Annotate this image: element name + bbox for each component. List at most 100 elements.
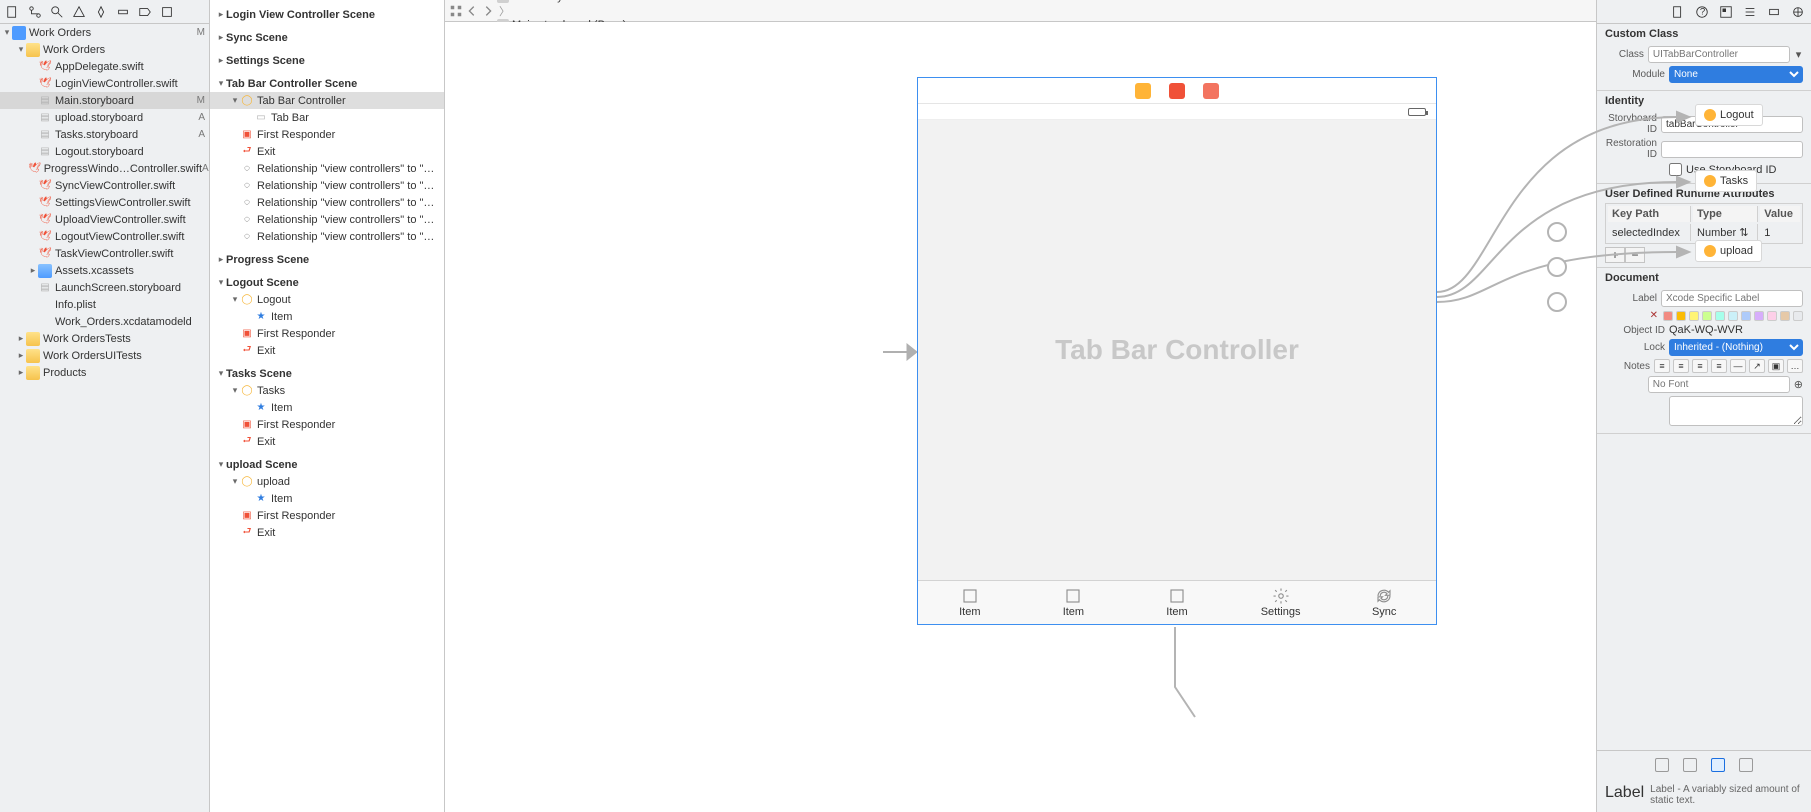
outline-item[interactable]: ▣First Responder <box>210 507 444 524</box>
notes-textarea[interactable] <box>1669 396 1803 426</box>
nav-item[interactable]: Work_Orders.xcdatamodeld <box>0 313 209 330</box>
color-swatch[interactable] <box>1741 311 1751 321</box>
outline-item[interactable]: ▭Tab Bar <box>210 109 444 126</box>
nav-root[interactable]: ▾Work OrdersM <box>0 24 209 41</box>
nav-item[interactable]: ▸Work OrdersTests <box>0 330 209 347</box>
outline-item[interactable]: ▾Tab Bar Controller Scene <box>210 75 444 92</box>
tab-bar-item[interactable]: Item <box>918 581 1022 624</box>
identity-inspector-icon[interactable] <box>1719 5 1733 19</box>
outline-item[interactable]: ▸Progress Scene <box>210 251 444 268</box>
tab-bar-item[interactable]: Sync <box>1332 581 1436 624</box>
color-swatch[interactable] <box>1728 311 1738 321</box>
class-dropdown-icon[interactable]: ▾ <box>1794 48 1803 62</box>
nav-item[interactable]: 🕊SyncViewController.swift <box>0 177 209 194</box>
nav-item[interactable]: ▤Tasks.storyboardA <box>0 126 209 143</box>
tab-bar-item[interactable]: Item <box>1125 581 1229 624</box>
warning-icon[interactable] <box>72 5 86 19</box>
forward-icon[interactable] <box>481 4 495 18</box>
media-lib-icon[interactable] <box>1739 758 1753 772</box>
class-field[interactable] <box>1648 46 1790 63</box>
exit-icon[interactable] <box>1203 83 1219 99</box>
tab-bar[interactable]: ItemItemItemSettingsSync <box>918 580 1436 624</box>
breakpoint-icon[interactable] <box>138 5 152 19</box>
search-icon[interactable] <box>50 5 64 19</box>
color-swatch[interactable] <box>1715 311 1725 321</box>
nav-item[interactable]: 🕊LoginViewController.swift <box>0 75 209 92</box>
view-controller-icon[interactable] <box>1135 83 1151 99</box>
outline-item[interactable]: ⮐Exit <box>210 143 444 160</box>
nav-item[interactable]: ▸Assets.xcassets <box>0 262 209 279</box>
outline-item[interactable]: ▾Tasks Scene <box>210 365 444 382</box>
storyboard-canvas[interactable]: Tab Bar Controller ItemItemItemSettingsS… <box>445 22 1596 812</box>
tab-bar-controller-scene[interactable]: Tab Bar Controller ItemItemItemSettingsS… <box>917 77 1437 625</box>
outline-item[interactable]: ▾◯Tab Bar Controller <box>210 92 444 109</box>
connections-inspector-icon[interactable] <box>1791 5 1805 19</box>
segue-target-upload[interactable]: upload <box>1695 240 1762 262</box>
font-picker-icon[interactable]: ⊕ <box>1794 378 1803 392</box>
file-navigator-icon[interactable] <box>6 5 20 19</box>
nav-item[interactable]: Info.plist <box>0 296 209 313</box>
nav-item[interactable]: 🕊LogoutViewController.swift <box>0 228 209 245</box>
more-icon[interactable]: … <box>1787 359 1803 373</box>
debug-icon[interactable] <box>116 5 130 19</box>
source-control-icon[interactable] <box>28 5 42 19</box>
back-icon[interactable] <box>465 4 479 18</box>
outline-item[interactable]: ★Item <box>210 490 444 507</box>
nav-item[interactable]: 🕊SettingsViewController.swift <box>0 194 209 211</box>
image-icon[interactable]: ▣ <box>1768 359 1784 373</box>
outline-item[interactable]: ▣First Responder <box>210 126 444 143</box>
outline-item[interactable]: ▾upload Scene <box>210 456 444 473</box>
outline-item[interactable]: ▾◯Tasks <box>210 382 444 399</box>
outline-item[interactable]: ◌Relationship "view controllers" to "… <box>210 194 444 211</box>
color-swatch[interactable] <box>1780 311 1790 321</box>
tab-bar-item[interactable]: Item <box>1022 581 1126 624</box>
align-justify-icon[interactable]: ≡ <box>1711 359 1727 373</box>
color-swatch[interactable] <box>1754 311 1764 321</box>
size-inspector-icon[interactable] <box>1767 5 1781 19</box>
outline-item[interactable]: ◌Relationship "view controllers" to "… <box>210 228 444 245</box>
jumpbar-segment[interactable]: Main.storyboard <box>497 0 635 3</box>
outline-item[interactable]: ▾◯upload <box>210 473 444 490</box>
nav-item[interactable]: ▤Main.storyboardM <box>0 92 209 109</box>
report-icon[interactable] <box>160 5 174 19</box>
outline-item[interactable]: ▾◯Logout <box>210 291 444 308</box>
outline-item[interactable]: ▸Sync Scene <box>210 29 444 46</box>
color-swatch[interactable] <box>1767 311 1777 321</box>
outline-item[interactable]: ⮐Exit <box>210 524 444 541</box>
outline-item[interactable]: ◌Relationship "view controllers" to "… <box>210 211 444 228</box>
nav-item[interactable]: ▤LaunchScreen.storyboard <box>0 279 209 296</box>
library-item-label[interactable]: Label Label - A variably sized amount of… <box>1597 778 1811 812</box>
nav-item[interactable]: ▤Logout.storyboard <box>0 143 209 160</box>
nav-item[interactable]: 🕊AppDelegate.swift <box>0 58 209 75</box>
outline-item[interactable]: ★Item <box>210 399 444 416</box>
segue-target-logout[interactable]: Logout <box>1695 104 1763 126</box>
nav-item[interactable]: ▸Work OrdersUITests <box>0 347 209 364</box>
help-inspector-icon[interactable]: ? <box>1695 5 1709 19</box>
nav-item[interactable]: 🕊ProgressWindo…Controller.swiftA <box>0 160 209 177</box>
outline-item[interactable]: ⮐Exit <box>210 342 444 359</box>
color-swatch[interactable] <box>1702 311 1712 321</box>
hr-icon[interactable]: — <box>1730 359 1746 373</box>
outline-item[interactable]: ▾Logout Scene <box>210 274 444 291</box>
code-snippet-lib-icon[interactable] <box>1683 758 1697 772</box>
segue-target-tasks[interactable]: Tasks <box>1695 170 1757 192</box>
link-icon[interactable]: ↗ <box>1749 359 1765 373</box>
tab-bar-item[interactable]: Settings <box>1229 581 1333 624</box>
related-items-icon[interactable] <box>449 4 463 18</box>
outline-item[interactable]: ◌Relationship "view controllers" to "… <box>210 160 444 177</box>
font-field[interactable] <box>1648 376 1790 393</box>
nav-item[interactable]: 🕊TaskViewController.swift <box>0 245 209 262</box>
color-swatch[interactable] <box>1793 311 1803 321</box>
nav-item[interactable]: ▾Work Orders <box>0 41 209 58</box>
outline-item[interactable]: ▣First Responder <box>210 325 444 342</box>
test-icon[interactable] <box>94 5 108 19</box>
stepper-icon[interactable]: ⇅ <box>1739 227 1748 239</box>
outline-item[interactable]: ▣First Responder <box>210 416 444 433</box>
outline-item[interactable]: ▸Login View Controller Scene <box>210 6 444 23</box>
nav-item[interactable]: ▸Products <box>0 364 209 381</box>
outline-item[interactable]: ◌Relationship "view controllers" to "… <box>210 177 444 194</box>
outline-item[interactable]: ▸Settings Scene <box>210 52 444 69</box>
module-select[interactable]: None <box>1669 66 1803 83</box>
attributes-inspector-icon[interactable] <box>1743 5 1757 19</box>
first-responder-icon[interactable] <box>1169 83 1185 99</box>
